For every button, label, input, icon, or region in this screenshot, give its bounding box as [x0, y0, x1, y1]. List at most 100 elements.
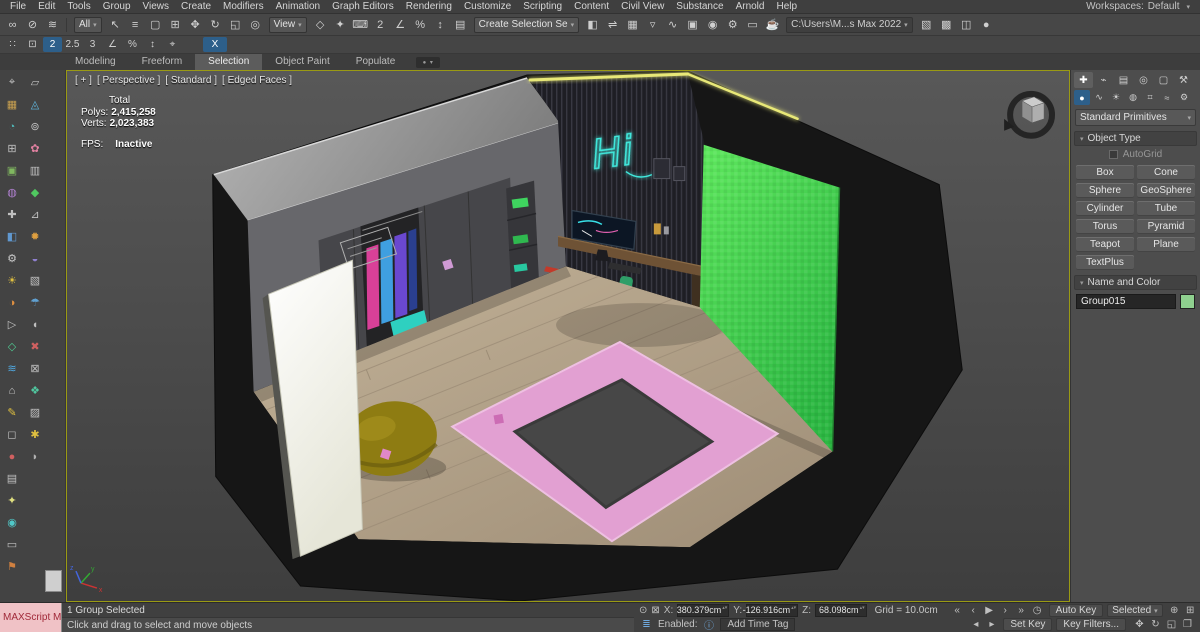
- rail-tool-icon[interactable]: ▣: [2, 161, 22, 180]
- pan-icon[interactable]: ✥: [1132, 618, 1147, 631]
- working-pivot-icon[interactable]: ⊡: [23, 37, 42, 52]
- rail-tool-icon[interactable]: ▥: [25, 161, 45, 180]
- next-frame-icon[interactable]: ›: [998, 604, 1013, 617]
- rail-tool-icon[interactable]: ⚙: [2, 249, 22, 268]
- rail-tool-icon[interactable]: ☂: [25, 293, 45, 312]
- set-key-button[interactable]: Set Key: [1003, 618, 1053, 632]
- workspace-selector[interactable]: Workspaces: Default: [1086, 1, 1196, 12]
- spinner-snap-icon[interactable]: ↕: [431, 16, 450, 33]
- lights-category[interactable]: ☀: [1108, 90, 1124, 105]
- select-by-name-icon[interactable]: ≡: [126, 16, 145, 33]
- grid-settings-icon[interactable]: ∷: [3, 37, 22, 52]
- render-production-icon[interactable]: ☕: [763, 16, 782, 33]
- render-in-cloud-icon[interactable]: ◫: [957, 16, 976, 33]
- info-icon[interactable]: ⓘ: [701, 618, 716, 632]
- modify-tab[interactable]: ⌁: [1094, 72, 1113, 88]
- window-crossing-icon[interactable]: ⊞: [166, 16, 185, 33]
- rail-tool-icon[interactable]: ◧: [2, 227, 22, 246]
- rail-tool-icon[interactable]: ✎: [2, 403, 22, 422]
- enabled-toggle-icon[interactable]: ≣: [639, 618, 654, 631]
- hierarchy-tab[interactable]: ▤: [1114, 72, 1133, 88]
- select-and-place-icon[interactable]: ◎: [246, 16, 265, 33]
- geometry-category[interactable]: ●: [1074, 90, 1090, 105]
- menu-item[interactable]: Graph Editors: [326, 1, 400, 12]
- menu-item[interactable]: Group: [97, 1, 137, 12]
- menu-item[interactable]: Edit: [32, 1, 61, 12]
- project-path-dropdown[interactable]: C:\Users\M...s Max 2022: [786, 16, 913, 33]
- previous-key-icon[interactable]: ◂: [968, 618, 983, 631]
- primitive-button[interactable]: GeoSphere: [1137, 183, 1195, 198]
- primitive-button[interactable]: Tube: [1137, 201, 1195, 216]
- menu-item[interactable]: Content: [568, 1, 615, 12]
- rail-tool-icon[interactable]: ⚑: [2, 557, 22, 576]
- rail-tool-icon[interactable]: ▱: [25, 73, 45, 92]
- rail-tool-icon[interactable]: ✹: [25, 227, 45, 246]
- utilities-tab[interactable]: ⚒: [1174, 72, 1193, 88]
- rail-tool-icon[interactable]: ◆: [25, 183, 45, 202]
- primitive-button[interactable]: Teapot: [1076, 237, 1134, 252]
- viewport-canvas[interactable]: Hi x y z: [67, 71, 1069, 601]
- reference-coordinate-dropdown[interactable]: View: [268, 16, 307, 33]
- rail-tool-icon[interactable]: ☀: [2, 271, 22, 290]
- curve-editor-icon[interactable]: ∿: [663, 16, 682, 33]
- select-and-link-icon[interactable]: ∞: [3, 16, 22, 33]
- primitive-button[interactable]: Plane: [1137, 237, 1195, 252]
- time-configuration-icon[interactable]: ◷: [1030, 604, 1045, 617]
- create-tab[interactable]: ✚: [1074, 72, 1093, 88]
- menu-item[interactable]: Substance: [670, 1, 729, 12]
- rail-tool-icon[interactable]: ✦: [2, 491, 22, 510]
- material-editor-icon[interactable]: ◉: [703, 16, 722, 33]
- rail-tool-icon[interactable]: ⌂: [2, 381, 22, 400]
- select-and-manipulate-icon[interactable]: ✦: [331, 16, 350, 33]
- rail-tool-icon[interactable]: ▤: [2, 469, 22, 488]
- primitive-button[interactable]: TextPlus: [1076, 255, 1134, 270]
- y-coordinate-field[interactable]: -126.916cm: [743, 603, 799, 617]
- menu-item[interactable]: Views: [137, 1, 176, 12]
- docked-panel-handle[interactable]: [45, 570, 62, 592]
- shapes-category[interactable]: ∿: [1091, 90, 1107, 105]
- display-tab[interactable]: ▢: [1154, 72, 1173, 88]
- rail-tool-icon[interactable]: ✿: [25, 139, 45, 158]
- axis-constraint-x-button[interactable]: X: [203, 37, 227, 52]
- ribbon-tab[interactable]: Populate: [343, 54, 408, 70]
- unlink-selection-icon[interactable]: ⊘: [23, 16, 42, 33]
- schematic-view-icon[interactable]: ▣: [683, 16, 702, 33]
- snap-2d-icon[interactable]: 2: [43, 37, 62, 52]
- object-type-rollout[interactable]: ▾ Object Type: [1074, 131, 1197, 146]
- ribbon-config-dropdown[interactable]: [416, 56, 441, 68]
- snaps-toggle-icon[interactable]: 2: [371, 16, 390, 33]
- keyboard-shortcut-override-icon[interactable]: ⌨: [351, 16, 370, 33]
- rectangular-selection-region-icon[interactable]: ▢: [146, 16, 165, 33]
- rail-tool-icon[interactable]: ◻: [2, 425, 22, 444]
- select-and-rotate-icon[interactable]: ↻: [206, 16, 225, 33]
- viewport-plus-menu[interactable]: [ + ]: [75, 75, 92, 86]
- z-coordinate-field[interactable]: 68.098cm: [815, 603, 867, 617]
- ribbon-tab[interactable]: Modeling: [62, 54, 129, 70]
- snap-25d-icon[interactable]: 2.5: [63, 37, 82, 52]
- zoom-all-icon[interactable]: ⊞: [1183, 604, 1198, 617]
- angle-snap-icon[interactable]: ∠: [391, 16, 410, 33]
- menu-item[interactable]: Rendering: [400, 1, 458, 12]
- create-selection-set-dropdown[interactable]: Create Selection Se: [473, 16, 580, 33]
- rail-tool-icon[interactable]: ▨: [25, 403, 45, 422]
- menu-item[interactable]: Help: [770, 1, 803, 12]
- snap-3d-icon[interactable]: 3: [83, 37, 102, 52]
- viewport-pov-menu[interactable]: [ Perspective ]: [97, 75, 160, 86]
- rendered-frame-icon[interactable]: ▭: [743, 16, 762, 33]
- menu-item[interactable]: Arnold: [730, 1, 771, 12]
- select-object-icon[interactable]: ↖: [106, 16, 125, 33]
- helpers-category[interactable]: ⌗: [1142, 90, 1158, 105]
- menu-item[interactable]: File: [4, 1, 32, 12]
- rail-tool-icon[interactable]: ◉: [2, 513, 22, 532]
- rail-tool-icon[interactable]: ◇: [2, 337, 22, 356]
- menu-item[interactable]: Tools: [61, 1, 96, 12]
- rail-tool-icon[interactable]: ◒: [25, 249, 45, 268]
- perspective-viewport[interactable]: [ + ] [ Perspective ] [ Standard ] [ Edg…: [66, 70, 1070, 602]
- menu-item[interactable]: Civil View: [615, 1, 670, 12]
- auto-key-button[interactable]: Auto Key: [1048, 603, 1104, 617]
- primitive-button[interactable]: Torus: [1076, 219, 1134, 234]
- rail-tool-icon[interactable]: ◑: [2, 293, 22, 312]
- name-and-color-rollout[interactable]: ▾ Name and Color: [1074, 275, 1197, 290]
- menu-item[interactable]: Create: [175, 1, 217, 12]
- rail-tool-icon[interactable]: ✖: [25, 337, 45, 356]
